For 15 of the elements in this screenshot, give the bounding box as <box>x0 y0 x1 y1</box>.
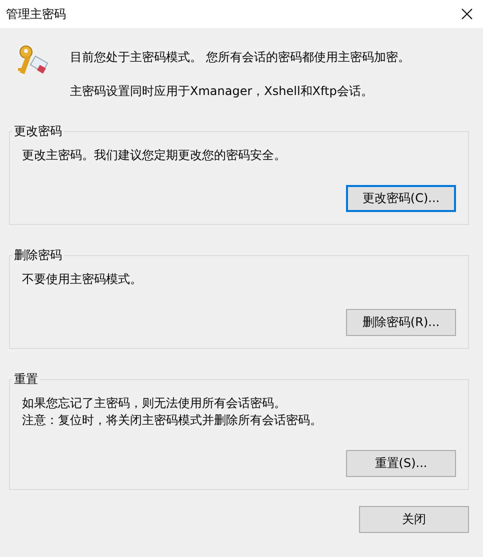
description-text: 更改主密码。我们建议您定期更改您的密码安全。 <box>22 148 287 163</box>
group-title: 删除密码 <box>13 247 63 264</box>
group-title: 更改密码 <box>13 123 63 140</box>
close-button[interactable]: 关闭 <box>359 506 469 533</box>
description-text: 注意：复位时，将关闭主密码模式并删除所有会话密码。 <box>22 413 323 428</box>
action-button[interactable]: 删除密码(R)... <box>346 309 456 336</box>
description-text: 如果您忘记了主密码，则无法使用所有会话密码。 <box>22 396 287 411</box>
action-button[interactable]: 更改密码(C)... <box>346 185 456 212</box>
group-title: 重置 <box>13 371 39 388</box>
info-text: 主密码设置同时应用于Xmanager，Xshell和Xftp会话。 <box>70 84 374 99</box>
action-button[interactable]: 重置(S)... <box>346 450 456 477</box>
info-text: 目前您处于主密码模式。 您所有会话的密码都使用主密码加密。 <box>70 50 410 65</box>
close-icon[interactable] <box>461 8 473 20</box>
description-text: 不要使用主密码模式。 <box>22 272 143 287</box>
window-title: 管理主密码 <box>6 6 66 22</box>
